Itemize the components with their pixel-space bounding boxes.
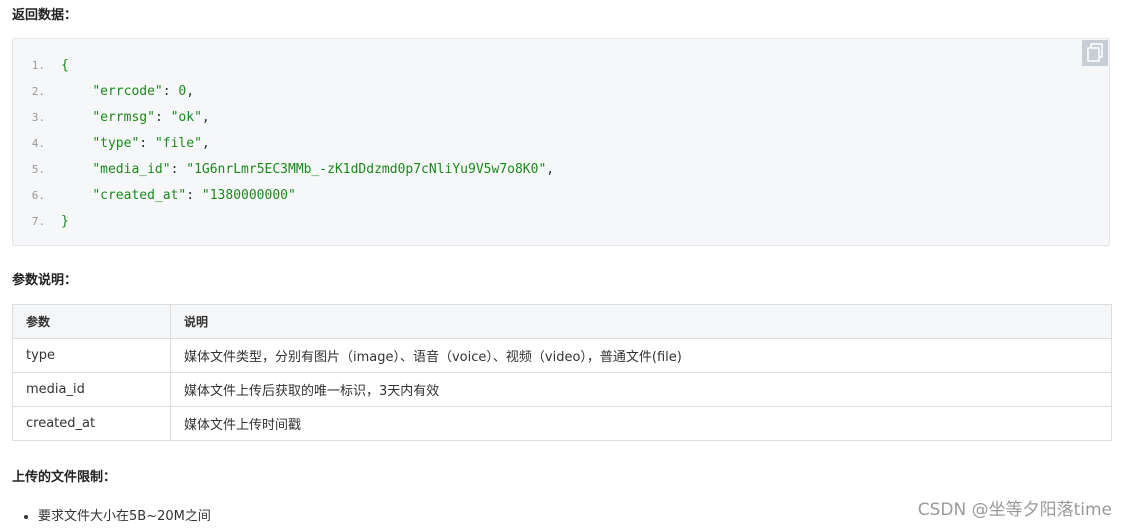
json-separator: :	[162, 84, 179, 99]
param-description-cell: 媒体文件上传后获取的唯一标识，3天内有效	[170, 372, 1112, 407]
code-line: 1. {	[13, 53, 554, 79]
copy-button[interactable]	[1082, 40, 1108, 66]
json-key: "media_id"	[92, 162, 171, 177]
line-number: 3.	[31, 111, 45, 124]
table-row: type 媒体文件类型，分别有图片（image）、语音（voice）、视频（vi…	[12, 338, 1112, 373]
watermark: CSDN @坐等夕阳落time	[917, 500, 1112, 520]
param-name-cell: media_id	[12, 372, 171, 407]
table-header-description: 说明	[170, 304, 1112, 339]
json-key: "type"	[92, 136, 140, 151]
section-title-limits: 上传的文件限制：	[12, 470, 117, 485]
json-trail: ,	[201, 136, 210, 151]
code-line: 7. }	[13, 209, 554, 235]
json-value: "1G6nrLmr5EC3MMb_-zK1dDdzmd0p7cNliYu9V5w…	[186, 162, 547, 177]
line-number: 2.	[31, 85, 45, 98]
line-number: 6.	[31, 189, 45, 202]
code-line: 3. "errmsg": "ok",	[13, 105, 554, 131]
json-trail: ,	[546, 162, 555, 177]
code-lines: 1. { 2. "errcode": 0, 3. "errmsg": "ok",…	[13, 53, 554, 235]
json-separator: :	[170, 162, 187, 177]
line-number: 4.	[31, 137, 45, 150]
json-separator: :	[139, 136, 155, 151]
code-line: 2. "errcode": 0,	[13, 79, 554, 105]
limits-list: 要求文件大小在5B~20M之间	[22, 506, 211, 528]
json-value: "ok"	[170, 110, 202, 125]
json-key: "errmsg"	[92, 110, 155, 125]
param-name-cell: created_at	[12, 406, 171, 441]
json-key: "created_at"	[92, 188, 187, 203]
json-value: 0	[178, 84, 187, 99]
table-row: created_at 媒体文件上传时间戳	[12, 406, 1112, 441]
section-title-params: 参数说明：	[12, 273, 78, 288]
json-trail: ,	[201, 110, 210, 125]
param-description-cell: 媒体文件类型，分别有图片（image）、语音（voice）、视频（video），…	[170, 338, 1112, 373]
json-value: "file"	[154, 136, 202, 151]
param-description-cell: 媒体文件上传时间戳	[170, 406, 1112, 441]
code-line: 6. "created_at": "1380000000"	[13, 183, 554, 209]
list-item: 要求文件大小在5B~20M之间	[38, 506, 211, 528]
json-separator: :	[154, 110, 171, 125]
json-separator: :	[186, 188, 202, 203]
line-number: 5.	[31, 163, 45, 176]
table-row: media_id 媒体文件上传后获取的唯一标识，3天内有效	[12, 372, 1112, 407]
code-line: 4. "type": "file",	[13, 131, 554, 157]
line-number: 7.	[31, 215, 45, 228]
json-value: "1380000000"	[201, 188, 296, 203]
table-header-row: 参数 说明	[12, 304, 1112, 339]
code-block: 1. { 2. "errcode": 0, 3. "errmsg": "ok",…	[12, 38, 1110, 246]
param-name-cell: type	[12, 338, 171, 373]
code-line: 5. "media_id": "1G6nrLmr5EC3MMb_-zK1dDdz…	[13, 157, 554, 183]
code-text: }	[61, 214, 69, 229]
copy-icon	[1087, 43, 1103, 62]
json-trail: ,	[186, 84, 195, 99]
params-table: 参数 说明 type 媒体文件类型，分别有图片（image）、语音（voice）…	[12, 304, 1112, 441]
line-number: 1.	[31, 59, 45, 72]
section-title-return-data: 返回数据：	[12, 8, 78, 23]
table-header-param: 参数	[12, 304, 171, 339]
code-text: {	[61, 58, 69, 73]
json-key: "errcode"	[92, 84, 163, 99]
